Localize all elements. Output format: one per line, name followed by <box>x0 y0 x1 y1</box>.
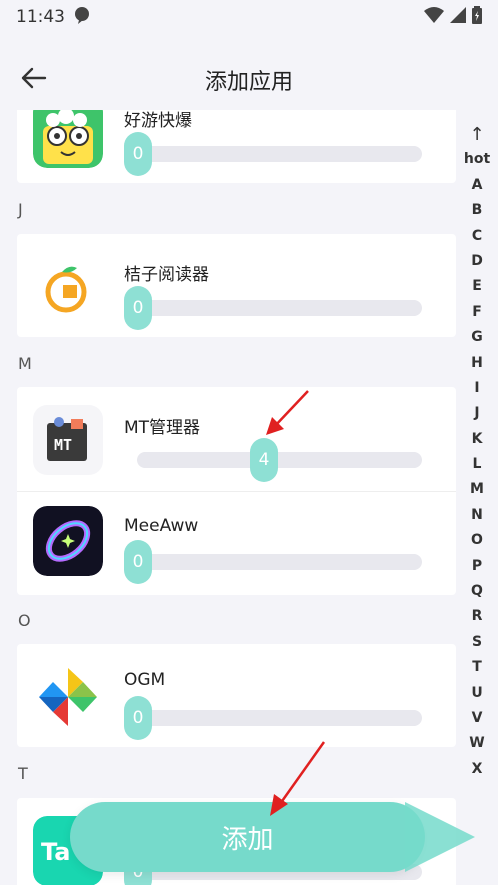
page-title: 添加应用 <box>204 70 293 95</box>
status-time: 11:43 <box>16 7 65 27</box>
alpha-index-item[interactable]: M <box>470 477 484 502</box>
alpha-index-item[interactable]: S <box>472 630 482 655</box>
section-letter: O <box>18 611 31 630</box>
header: 添加应用 <box>0 50 498 108</box>
alpha-index-item[interactable]: H <box>471 351 483 376</box>
app-name: OGM <box>124 670 166 690</box>
alpha-index-item[interactable]: R <box>472 604 483 629</box>
list-item[interactable]: 桔子阅读器 0 <box>17 234 456 338</box>
app-card: MT MT管理器 4 MeeAww 0 <box>17 387 456 595</box>
app-name: MeeAww <box>124 516 199 536</box>
slider-track[interactable]: 0 <box>124 286 422 330</box>
alpha-index-item[interactable]: W <box>469 731 484 756</box>
alpha-index-item[interactable]: V <box>472 706 483 731</box>
annotation-arrow-icon <box>266 390 309 435</box>
slider-thumb[interactable]: 0 <box>124 132 152 176</box>
alpha-index-item[interactable]: K <box>472 427 483 452</box>
alpha-index-item[interactable]: D <box>471 249 483 274</box>
alphabet-index[interactable]: ↑ hot A B C D E F G H I J K L M N O P Q R S T U V W X <box>462 122 492 782</box>
list-item[interactable]: MT MT管理器 4 <box>17 387 456 491</box>
alpha-index-item[interactable]: N <box>471 503 483 528</box>
alpha-index-item[interactable]: P <box>472 554 482 579</box>
alpha-index-item[interactable]: U <box>471 681 482 706</box>
app-icon-ogm <box>33 662 103 732</box>
app-name: 桔子阅读器 <box>124 265 209 285</box>
alpha-index-item[interactable]: Q <box>471 579 483 604</box>
section-letter: T <box>18 764 28 783</box>
annotation-arrow-icon <box>270 741 326 816</box>
slider-track[interactable]: 0 <box>124 696 422 740</box>
alpha-index-item[interactable]: E <box>472 274 482 299</box>
slider-thumb[interactable]: 0 <box>124 696 152 740</box>
section-letter: M <box>18 354 32 373</box>
alpha-index-item[interactable]: T <box>472 655 482 680</box>
list-item[interactable]: OGM 0 <box>17 644 456 748</box>
slider-thumb[interactable]: 0 <box>124 286 152 330</box>
slider-thumb[interactable]: 0 <box>124 540 152 584</box>
alpha-index-item[interactable]: F <box>472 300 482 325</box>
slider-track[interactable]: 0 <box>124 540 422 584</box>
status-bar: 11:43 <box>0 0 498 34</box>
svg-text:MT: MT <box>54 436 72 454</box>
section-letter: J <box>18 200 23 219</box>
signal-icon <box>450 6 466 28</box>
add-button[interactable]: 添加 <box>70 802 475 872</box>
app-icon-meeaww <box>33 506 103 576</box>
app-card: 桔子阅读器 0 <box>17 234 456 337</box>
app-card: 好游快爆 0 <box>17 110 456 183</box>
alpha-index-item[interactable]: ↑ <box>469 122 484 147</box>
wifi-icon <box>424 6 444 28</box>
svg-text:Ta: Ta <box>41 838 70 866</box>
alpha-index-item[interactable]: X <box>472 757 483 782</box>
app-card: OGM 0 <box>17 644 456 747</box>
alpha-index-item[interactable]: L <box>473 452 482 477</box>
slider-track[interactable]: 0 <box>124 132 422 176</box>
alpha-index-item[interactable]: J <box>474 401 479 426</box>
app-icon-juzi <box>33 252 103 322</box>
alpha-index-item[interactable]: I <box>474 376 479 401</box>
alpha-index-item[interactable]: B <box>472 198 483 223</box>
alpha-index-item[interactable]: hot <box>464 147 490 172</box>
alpha-index-item[interactable]: C <box>472 224 482 249</box>
slider-thumb[interactable]: 4 <box>250 438 278 482</box>
alpha-index-item[interactable]: O <box>471 528 483 553</box>
app-name: 好游快爆 <box>124 111 192 131</box>
alpha-index-item[interactable]: G <box>471 325 483 350</box>
alpha-index-item[interactable]: A <box>472 173 483 198</box>
app-icon-mt: MT <box>33 405 103 475</box>
slider-track[interactable]: 4 <box>137 438 422 482</box>
list-item[interactable]: MeeAww 0 <box>17 491 456 596</box>
list-item[interactable]: 好游快爆 0 <box>17 110 456 184</box>
battery-icon <box>472 5 482 29</box>
app-list[interactable]: 好游快爆 0 J 桔子阅读器 0 M MT MT管理器 4 MeeAww 0 O… <box>0 110 456 885</box>
notification-icon <box>73 6 91 29</box>
app-icon-haoyou <box>33 110 103 168</box>
app-name: MT管理器 <box>124 418 201 438</box>
